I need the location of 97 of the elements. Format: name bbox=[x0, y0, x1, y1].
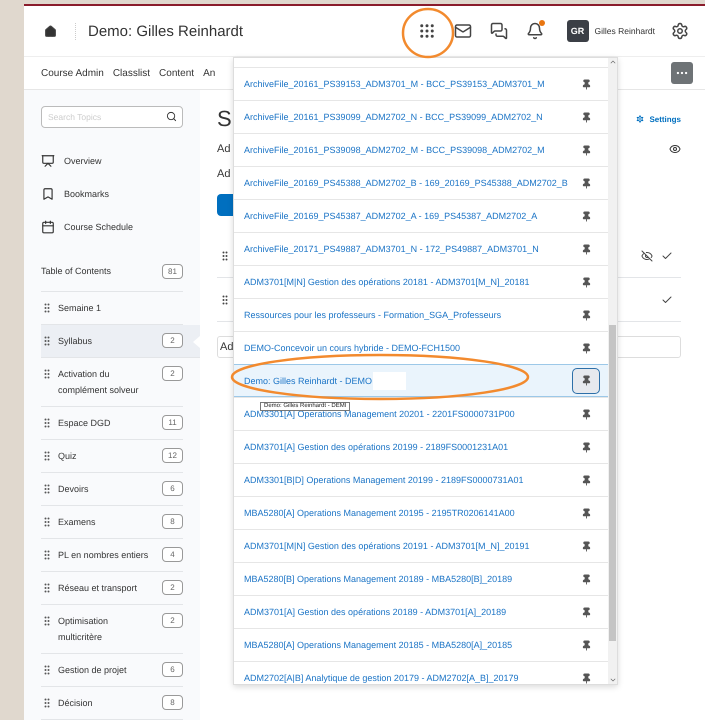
pin-icon bbox=[580, 606, 592, 618]
course-menu-item[interactable]: Ressources pour les professeurs - Formation_SGA_Professeurs bbox=[234, 298, 608, 331]
topic-count: 11 bbox=[162, 415, 183, 430]
pin-icon bbox=[580, 574, 592, 584]
chat-icon bbox=[490, 22, 508, 40]
more-button[interactable] bbox=[671, 62, 693, 84]
page-heading: S bbox=[217, 106, 232, 132]
sidebar-link[interactable]: Course Schedule bbox=[41, 210, 183, 243]
pin-icon bbox=[580, 276, 592, 288]
content-text: Ad bbox=[217, 142, 230, 154]
topic-item[interactable]: Devoirs 6 bbox=[41, 473, 183, 506]
pin-icon bbox=[580, 112, 592, 122]
pin-icon bbox=[580, 144, 592, 156]
topic-item[interactable]: Gestion de projet 6 bbox=[41, 654, 183, 687]
pin-icon bbox=[580, 442, 592, 452]
scroll-up-icon[interactable] bbox=[608, 58, 616, 66]
grid-icon bbox=[418, 22, 436, 40]
topic-item[interactable]: Syllabus 2 bbox=[41, 325, 200, 358]
pin-icon bbox=[580, 78, 592, 90]
pin-button[interactable] bbox=[572, 368, 600, 394]
scrollbar[interactable] bbox=[608, 58, 617, 684]
bookmark-icon bbox=[41, 186, 55, 200]
pin-icon bbox=[580, 540, 592, 552]
pin-icon bbox=[580, 178, 592, 188]
topic-item[interactable]: Optimisation multicritère 2 bbox=[41, 605, 183, 654]
scroll-down-icon[interactable] bbox=[608, 676, 616, 684]
bell-icon bbox=[526, 22, 544, 40]
check-icon bbox=[661, 294, 673, 306]
course-menu-item[interactable]: ADM3701[A] Gestion des opérations 20189 - ADM3701[A]_20189 bbox=[234, 595, 608, 628]
course-menu-item[interactable]: ADM3301[B|D] Operations Management 20199 - 2189FS0000731A01 bbox=[234, 463, 608, 496]
course-menu-item[interactable]: ADM3701[A] Gestion des opérations 20199 - 2189FS0001231A01 bbox=[234, 430, 608, 463]
presentation-icon bbox=[41, 154, 55, 168]
topic-item[interactable]: Quiz 12 bbox=[41, 440, 183, 473]
course-title: Demo: Gilles Reinhardt bbox=[75, 22, 244, 40]
search-icon[interactable] bbox=[166, 111, 177, 122]
topic-item[interactable]: Décision 8 bbox=[41, 687, 183, 720]
sidebar-link[interactable]: Bookmarks bbox=[41, 177, 183, 210]
course-menu-item[interactable]: ADM3701[M|N] Gestion des opérations 20191 - ADM3701[M_N]_20191 bbox=[234, 529, 608, 562]
pin-icon bbox=[580, 474, 592, 486]
settings-icon bbox=[671, 22, 689, 40]
topic-count: 2 bbox=[162, 366, 183, 381]
course-menu-item[interactable]: Demo: Gilles Reinhardt - DEMO bbox=[234, 364, 608, 397]
topic-count: 81 bbox=[162, 264, 183, 278]
pin-icon bbox=[580, 342, 592, 354]
topic-count: 2 bbox=[162, 333, 183, 348]
user-avatar[interactable]: GR bbox=[566, 20, 589, 42]
topic-item[interactable]: Espace DGD 11 bbox=[41, 407, 183, 440]
course-menu-item[interactable]: ADM3701[M|N] Gestion des opérations 20181 - ADM3701[M_N]_20181 bbox=[234, 265, 608, 298]
topic-count: 12 bbox=[162, 448, 183, 463]
pin-icon bbox=[580, 640, 592, 650]
pin-icon bbox=[580, 210, 592, 222]
course-menu-item[interactable]: MBA5280[B] Operations Management 20189 - MBA5280[B]_20189 bbox=[234, 562, 608, 595]
nav-link[interactable]: Course Admin bbox=[41, 68, 104, 78]
course-menu-item[interactable]: ArchiveFile_20161_PS39099_ADM2702_N - BCC_PS39099_ADM2702_N bbox=[234, 100, 608, 133]
topic-item[interactable]: Réseau et transport 2 bbox=[41, 572, 183, 605]
pin-icon bbox=[580, 408, 592, 420]
topic-count: 6 bbox=[162, 662, 183, 677]
topic-count: 2 bbox=[162, 580, 183, 595]
sidebar-link[interactable]: Overview bbox=[41, 144, 183, 177]
topic-count: 4 bbox=[162, 547, 183, 562]
course-menu-item[interactable]: ArchiveFile_20161_PS39153_ADM3701_M - BCC_PS39153_ADM3701_M bbox=[234, 67, 608, 100]
check-icon bbox=[661, 250, 673, 262]
topic-count: 8 bbox=[162, 514, 183, 529]
settings-link[interactable]: Settings bbox=[635, 114, 681, 124]
scrollbar-thumb[interactable] bbox=[609, 325, 616, 641]
pin-icon bbox=[580, 244, 592, 254]
toc-heading[interactable]: Table of Contents bbox=[41, 266, 112, 276]
topic-count: 2 bbox=[162, 613, 183, 628]
gear-icon bbox=[635, 114, 646, 124]
user-name[interactable]: Gilles Reinhardt bbox=[594, 26, 655, 36]
nav-link[interactable]: Classlist bbox=[112, 68, 150, 78]
annotation-ellipse bbox=[402, 8, 454, 58]
topic-count: 6 bbox=[162, 481, 183, 496]
eye-icon[interactable] bbox=[669, 142, 681, 154]
nav-link[interactable]: An bbox=[203, 68, 216, 78]
topic-item[interactable]: Examens 8 bbox=[41, 506, 183, 539]
course-menu-item[interactable]: ArchiveFile_20171_PS49887_ADM3701_N - 172_PS49887_ADM3701_N bbox=[234, 232, 608, 265]
pin-icon bbox=[580, 508, 592, 518]
calendar-icon bbox=[41, 220, 55, 234]
mail-icon bbox=[454, 22, 472, 40]
topic-count: 8 bbox=[162, 695, 183, 710]
course-menu-item[interactable]: ArchiveFile_20169_PS45387_ADM2702_A - 169_PS45387_ADM2702_A bbox=[234, 199, 608, 232]
course-menu-item[interactable]: ADM2702[A|B] Analytique de gestion 20179 - ADM2702[A_B]_20179 bbox=[234, 661, 608, 684]
topic-item[interactable]: PL en nombres entiers 4 bbox=[41, 539, 183, 572]
topic-item[interactable]: Activation du complément solveur 2 bbox=[41, 358, 183, 407]
home-icon bbox=[44, 24, 57, 38]
course-menu-item[interactable]: ArchiveFile_20161_PS39098_ADM2702_M - BCC_PS39098_ADM2702_M bbox=[234, 133, 608, 166]
pin-icon bbox=[580, 672, 592, 684]
course-menu-item[interactable]: MBA5280[A] Operations Management 20185 - MBA5280[A]_20185 bbox=[234, 628, 608, 661]
nav-link[interactable]: Content bbox=[159, 68, 194, 78]
course-menu-item[interactable]: DEMO-Concevoir un cours hybride - DEMO-FCH1500 bbox=[234, 331, 608, 364]
hidden-eye-icon[interactable] bbox=[641, 250, 653, 262]
pin-icon bbox=[580, 310, 592, 320]
course-menu-item[interactable]: MBA5280[A] Operations Management 20195 - 2195TR0206141A00 bbox=[234, 496, 608, 529]
content-text: Ad bbox=[217, 168, 230, 180]
course-menu-item[interactable]: ArchiveFile_20169_PS45388_ADM2702_B - 169_20169_PS45388_ADM2702_B bbox=[234, 166, 608, 199]
pin-icon bbox=[580, 375, 592, 386]
